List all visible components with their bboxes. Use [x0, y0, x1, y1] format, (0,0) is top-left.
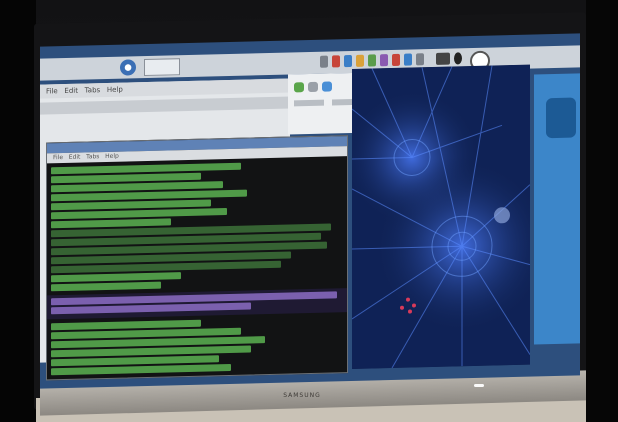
menu-item[interactable]: Tabs	[86, 153, 99, 160]
network-icon[interactable]	[454, 52, 462, 65]
terminal-line	[51, 272, 181, 283]
terminal-output[interactable]	[47, 160, 347, 376]
background-window-toolbar	[40, 96, 290, 115]
cpu-monitor-icon[interactable]	[436, 52, 450, 65]
dot-pattern-image	[352, 64, 530, 369]
terminal-window[interactable]: File Edit Tabs Help	[46, 135, 348, 381]
toolbar-label	[294, 99, 324, 107]
tray-icon[interactable]	[320, 55, 328, 68]
right-panel-tab[interactable]	[546, 97, 576, 139]
tray-icon[interactable]	[404, 53, 412, 66]
tray-icon[interactable]	[332, 55, 340, 68]
tray-icon[interactable]	[380, 54, 388, 67]
terminal-line	[51, 281, 161, 292]
monitor-brand-logo: SAMSUNG	[283, 392, 321, 399]
menu-item[interactable]: Help	[107, 86, 123, 94]
menu-item[interactable]: Tabs	[85, 86, 101, 94]
left-letterbox	[0, 0, 36, 422]
tray-icon[interactable]	[368, 54, 376, 67]
image-viewer-window[interactable]	[352, 64, 530, 369]
terminal-line	[51, 208, 227, 220]
forward-icon[interactable]	[308, 81, 318, 93]
tray-icon[interactable]	[416, 53, 424, 66]
menu-item[interactable]: Edit	[69, 154, 81, 161]
background-window-menubar: File Edit Tabs Help	[40, 78, 290, 99]
menu-item[interactable]: Help	[105, 153, 119, 160]
home-icon[interactable]	[322, 81, 332, 92]
raspberry-menu-icon[interactable]: ●	[120, 59, 136, 76]
menu-item[interactable]: File	[53, 154, 63, 161]
menu-item[interactable]: Edit	[64, 87, 78, 95]
tray-icon[interactable]	[356, 54, 364, 67]
right-letterbox	[586, 0, 618, 422]
tray-icon[interactable]	[392, 53, 400, 66]
menu-item[interactable]: File	[46, 87, 58, 95]
terminal-line	[51, 162, 241, 175]
back-icon[interactable]	[294, 82, 304, 93]
monitor-screen: ● File Edit Tabs Help File Edit Tabs Hel…	[40, 33, 580, 389]
power-led	[474, 384, 484, 387]
tray-icon[interactable]	[344, 54, 352, 68]
taskbar-window-tab[interactable]	[144, 58, 180, 77]
